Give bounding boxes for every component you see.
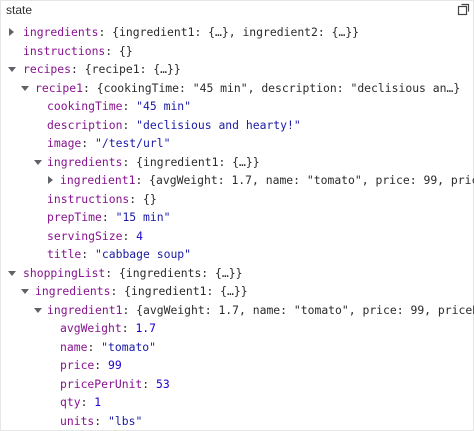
property-value: 53 <box>156 376 170 391</box>
collapse-arrow-icon[interactable] <box>34 159 42 165</box>
property-value: {avgWeight: 1.7, name: "tomato", price: … <box>149 173 474 187</box>
tree-row-recipes[interactable]: recipes: {recipe1: {…}} <box>0 60 474 79</box>
panel-header: state <box>0 0 474 20</box>
state-tree: ingredients: {ingredient1: {…}, ingredie… <box>0 23 474 430</box>
tree-row-title[interactable]: title: "cabbage soup" <box>0 245 474 264</box>
property-value: 1 <box>94 395 102 409</box>
property-value: "/test/url" <box>95 136 171 150</box>
tree-row-instructions[interactable]: instructions: {} <box>0 190 474 209</box>
property-key: shoppingList <box>23 265 106 280</box>
property-key: pricePerUnit <box>60 376 143 391</box>
tree-row-qty[interactable]: qty: 1 <box>0 393 474 412</box>
property-key: recipes <box>23 62 72 76</box>
collapse-arrow-icon[interactable] <box>8 67 16 72</box>
property-value: 99 <box>108 358 122 372</box>
property-value: {} <box>143 191 157 206</box>
tree-row-pricePerUnit[interactable]: pricePerUnit: 53 <box>0 375 474 394</box>
property-value: {ingredients: {…}} <box>119 265 243 280</box>
property-key: ingredients <box>23 25 99 39</box>
property-value: "45 min" <box>136 99 192 113</box>
property-value: {} <box>119 43 133 58</box>
property-value: 4 <box>136 228 144 243</box>
tree-row-image[interactable]: image: "/test/url" <box>0 134 474 153</box>
panel-title: state <box>6 3 33 17</box>
property-key: description <box>47 117 123 132</box>
tree-row-ingredients[interactable]: ingredients: {ingredient1: {…}} <box>0 153 474 172</box>
expand-arrow-icon[interactable] <box>48 176 53 184</box>
property-key: instructions <box>23 43 106 58</box>
property-key: avgWeight <box>60 321 122 335</box>
property-key: units <box>60 413 95 428</box>
property-value: 1.7 <box>135 321 157 335</box>
property-value: "declisious and hearty!" <box>136 117 301 132</box>
property-key: instructions <box>47 191 130 206</box>
property-value: {ingredient1: {…}} <box>136 154 260 169</box>
property-value: "tomato" <box>101 339 157 354</box>
property-key: image <box>47 136 82 150</box>
popout-window-icon[interactable] <box>457 3 470 16</box>
property-value: {ingredient1: {…}, ingredient2: {…}} <box>112 25 360 39</box>
property-key: prepTime <box>47 210 102 224</box>
property-key: cookingTime <box>47 99 123 113</box>
tree-row-instructions[interactable]: instructions: {} <box>0 42 474 61</box>
tree-row-price[interactable]: price: 99 <box>0 356 474 375</box>
property-value: {avgWeight: 1.7, name: "tomato", price: … <box>136 302 474 317</box>
tree-row-avgWeight[interactable]: avgWeight: 1.7 <box>0 319 474 338</box>
tree-row-ingredients[interactable]: ingredients: {ingredient1: {…}} <box>0 282 474 301</box>
property-key: servingSize <box>47 228 123 243</box>
property-value: "cabbage soup" <box>95 247 192 261</box>
property-key: ingredient1 <box>60 173 136 187</box>
tree-row-ingredient1[interactable]: ingredient1: {avgWeight: 1.7, name: "tom… <box>0 171 474 190</box>
collapse-arrow-icon[interactable] <box>8 270 16 276</box>
tree-row-units[interactable]: units: "lbs" <box>0 412 474 431</box>
collapse-arrow-icon[interactable] <box>21 85 29 91</box>
collapse-arrow-icon[interactable] <box>21 289 29 294</box>
collapse-arrow-icon[interactable] <box>34 307 42 313</box>
property-key: ingredient1 <box>47 302 123 317</box>
property-key: ingredients <box>47 154 123 169</box>
tree-row-cookingTime[interactable]: cookingTime: "45 min" <box>0 97 474 116</box>
property-value: {cookingTime: "45 min", description: "de… <box>96 80 461 95</box>
property-value: {recipe1: {…}} <box>84 62 181 76</box>
tree-row-name[interactable]: name: "tomato" <box>0 338 474 357</box>
property-key: name <box>60 339 88 354</box>
tree-row-servingSize[interactable]: servingSize: 4 <box>0 227 474 246</box>
tree-row-ingredient1[interactable]: ingredient1: {avgWeight: 1.7, name: "tom… <box>0 301 474 320</box>
tree-row-prepTime[interactable]: prepTime: "15 min" <box>0 208 474 227</box>
tree-row-recipe1[interactable]: recipe1: {cookingTime: "45 min", descrip… <box>0 79 474 98</box>
property-key: recipe1 <box>35 80 84 95</box>
property-value: "lbs" <box>108 413 143 428</box>
tree-row-shoppingList[interactable]: shoppingList: {ingredients: {…}} <box>0 264 474 283</box>
expand-arrow-icon[interactable] <box>9 28 14 36</box>
tree-row-description[interactable]: description: "declisious and hearty!" <box>0 116 474 135</box>
tree-row-ingredients[interactable]: ingredients: {ingredient1: {…}, ingredie… <box>0 23 474 42</box>
property-value: {ingredient1: {…}} <box>124 284 248 298</box>
property-key: qty <box>60 395 81 409</box>
property-value: "15 min" <box>115 210 171 224</box>
property-key: title <box>47 247 82 261</box>
property-key: price <box>60 358 95 372</box>
property-key: ingredients <box>35 284 111 298</box>
